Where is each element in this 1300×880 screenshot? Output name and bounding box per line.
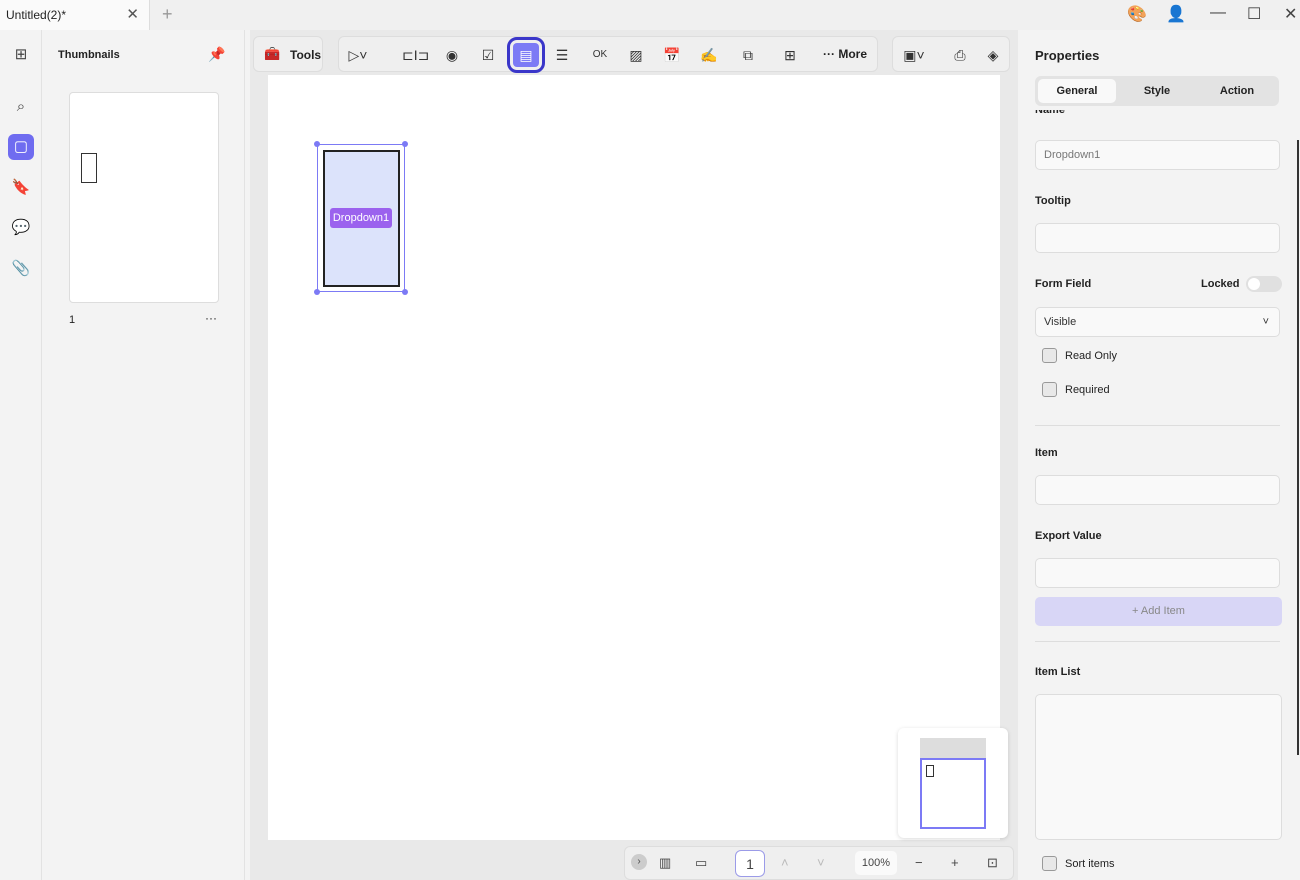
locked-toggle[interactable]: [1246, 276, 1282, 292]
close-icon[interactable]: ✕: [126, 5, 139, 23]
required-checkbox[interactable]: [1042, 382, 1057, 397]
required-label: Required: [1065, 384, 1110, 396]
more-label: More: [838, 47, 867, 61]
select-pointer-icon[interactable]: ▷˅: [345, 43, 371, 67]
left-rail: ⊞ ⌕ ▢ 🔖 💬 📎: [0, 30, 42, 880]
grid-fields-icon[interactable]: ⊞: [777, 43, 803, 67]
sort-items-label: Sort items: [1065, 858, 1115, 870]
theme-icon[interactable]: 🎨: [1127, 4, 1147, 24]
save-icon[interactable]: ▣˅: [901, 43, 927, 67]
comment-icon[interactable]: 💬: [8, 215, 34, 241]
divider: [1035, 641, 1280, 642]
tab-title: Untitled(2)*: [6, 8, 67, 22]
field-name-tag: Dropdown1: [330, 208, 392, 228]
export-value-input[interactable]: [1035, 558, 1280, 588]
document-page: Dropdown1: [268, 75, 1000, 840]
read-only-label: Read Only: [1065, 350, 1117, 362]
bookmark-icon[interactable]: 🔖: [8, 175, 34, 201]
button-icon[interactable]: OK: [587, 43, 613, 67]
copy-fields-icon[interactable]: ⧉: [735, 43, 761, 67]
tools-icon: 🧰: [264, 46, 281, 61]
right-tools-group: ▣˅ ⎙ ◈: [892, 36, 1010, 72]
tab-action[interactable]: Action: [1198, 79, 1276, 103]
thumbnail-more-button[interactable]: ···: [205, 311, 217, 325]
thumbnails-panel: Thumbnails 📌 1 ···: [43, 30, 245, 880]
panel-title: Thumbnails: [58, 49, 120, 61]
properties-tabs: General Style Action: [1035, 76, 1279, 106]
form-tools-group: ▷˅ ⊏I⊐ ◉ ☑ ▤ ☰ OK ▨ 📅 ✍ ⧉ ⊞ ··· More: [338, 36, 878, 73]
thumbnails-icon[interactable]: ▢: [8, 134, 34, 160]
dropdown-icon[interactable]: ▤: [507, 37, 545, 73]
prev-page-icon[interactable]: ˄: [781, 855, 789, 870]
tooltip-input[interactable]: [1035, 223, 1280, 253]
image-field-icon[interactable]: ▨: [623, 43, 649, 67]
workspace: 🧰 Tools ▷˅ ⊏I⊐ ◉ ☑ ▤ ☰ OK ▨ 📅 ✍ ⧉ ⊞ ··· …: [250, 30, 1018, 880]
grid-icon[interactable]: ⊞: [8, 42, 34, 68]
ai-icon[interactable]: ◈: [980, 43, 1006, 67]
tab-general[interactable]: General: [1038, 79, 1116, 103]
tooltip-label: Tooltip: [1035, 195, 1071, 207]
item-input[interactable]: [1035, 475, 1280, 505]
radio-button-icon[interactable]: ◉: [439, 43, 465, 67]
page-layout-icon[interactable]: ▥: [659, 855, 671, 871]
add-item-button[interactable]: + Add Item: [1035, 597, 1282, 626]
date-field-icon[interactable]: 📅: [659, 43, 685, 67]
maximize-button[interactable]: ☐: [1247, 4, 1261, 24]
text-field-icon[interactable]: ⊏I⊐: [402, 43, 429, 67]
tab-bar: Untitled(2)* ✕ + 🎨 👤 — ☐ ✕: [0, 0, 1300, 30]
page-number-input[interactable]: 1: [735, 850, 765, 877]
signature-icon[interactable]: ✍: [696, 43, 722, 67]
search-icon[interactable]: ⌕: [8, 94, 34, 120]
chevron-down-icon: ˅: [1262, 316, 1269, 328]
more-button[interactable]: ··· More: [823, 47, 867, 61]
checkbox-icon[interactable]: ☑: [475, 43, 501, 67]
tools-group: 🧰 Tools: [253, 36, 323, 72]
item-label: Item: [1035, 447, 1058, 459]
visibility-value: Visible: [1044, 316, 1077, 328]
pin-icon[interactable]: 📌: [208, 46, 225, 63]
form-field-label: Form Field: [1035, 278, 1092, 290]
list-box-icon[interactable]: ☰: [549, 43, 575, 67]
document-tab[interactable]: Untitled(2)* ✕: [0, 0, 150, 30]
page-thumbnail[interactable]: [69, 92, 219, 303]
tools-button[interactable]: Tools: [290, 48, 321, 62]
bottom-bar: › ▥ ▭ 1 ˄ ˅ 100% − + ⊡: [624, 846, 1014, 880]
scrollbar[interactable]: [1297, 140, 1299, 755]
attachment-icon[interactable]: 📎: [8, 256, 34, 282]
divider: [1035, 425, 1280, 426]
account-icon[interactable]: 👤: [1166, 4, 1186, 24]
print-icon[interactable]: ⎙: [947, 43, 973, 67]
next-page-icon[interactable]: ˅: [817, 855, 825, 870]
name-input[interactable]: Dropdown1: [1035, 140, 1280, 170]
minimize-button[interactable]: —: [1210, 4, 1226, 22]
sort-items-checkbox[interactable]: [1042, 856, 1057, 871]
item-list-box[interactable]: [1035, 694, 1282, 840]
new-tab-button[interactable]: +: [162, 4, 173, 25]
export-value-label: Export Value: [1035, 530, 1102, 542]
zoom-in-icon[interactable]: +: [951, 855, 959, 870]
thumbnail-page-number: 1: [69, 314, 76, 326]
visibility-select[interactable]: Visible ˅: [1035, 307, 1280, 337]
fit-page-icon[interactable]: ⊡: [987, 855, 998, 871]
minimap[interactable]: [898, 728, 1008, 838]
item-list-label: Item List: [1035, 666, 1081, 678]
close-window-button[interactable]: ✕: [1284, 4, 1297, 24]
locked-label: Locked: [1201, 278, 1240, 290]
zoom-out-icon[interactable]: −: [915, 855, 923, 870]
tab-style[interactable]: Style: [1118, 79, 1196, 103]
expand-icon[interactable]: ›: [631, 854, 647, 870]
presentation-icon[interactable]: ▭: [695, 855, 707, 871]
name-label: Name: [1035, 110, 1065, 115]
read-only-checkbox[interactable]: [1042, 348, 1057, 363]
properties-title: Properties: [1035, 48, 1100, 63]
zoom-level[interactable]: 100%: [855, 851, 897, 875]
properties-panel: Properties General Style Action Name Dro…: [1020, 30, 1300, 880]
